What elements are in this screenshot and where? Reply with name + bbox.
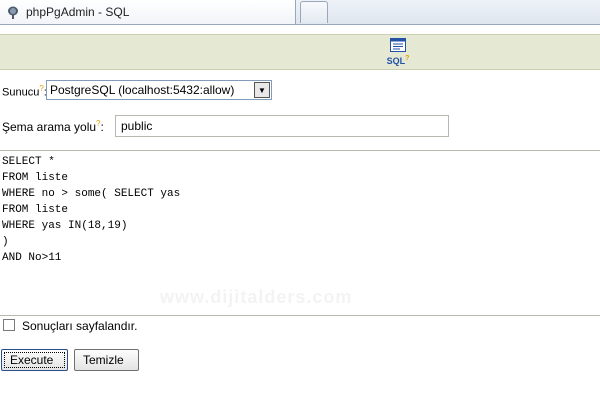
- execute-button[interactable]: Execute: [1, 349, 68, 371]
- sql-query-textarea[interactable]: SELECT * FROM liste WHERE no > some( SELEC…: [0, 150, 600, 316]
- sql-query-text: SELECT * FROM liste WHERE no > some( SELEC…: [0, 154, 600, 266]
- elephant-icon: [8, 6, 18, 19]
- sql-icon: [390, 38, 406, 52]
- top-toolbar: SQL?: [0, 34, 600, 70]
- sql-link-label: SQL?: [386, 55, 410, 66]
- server-select-value: PostgreSQL (localhost:5432:allow): [50, 83, 235, 97]
- browser-tab-active[interactable]: phpPgAdmin - SQL: [0, 0, 296, 24]
- watermark: www.dijitalders.com: [160, 287, 353, 307]
- schema-label: Şema arama yolu?:: [2, 119, 104, 134]
- sql-line: AND No>11: [2, 252, 62, 264]
- sql-line: WHERE yas IN(18,19): [2, 220, 128, 232]
- new-tab-button[interactable]: [300, 1, 328, 23]
- browser-tab-bar: phpPgAdmin - SQL: [0, 0, 600, 25]
- chevron-down-icon[interactable]: ▼: [254, 82, 270, 98]
- sql-line: WHERE no > some( SELECT yas: [2, 188, 181, 200]
- server-select[interactable]: PostgreSQL (localhost:5432:allow) ▼: [46, 80, 272, 100]
- schema-search-path-input[interactable]: public: [115, 115, 449, 137]
- server-label: Sunucu?:: [2, 84, 47, 99]
- help-mark: ?: [405, 55, 410, 62]
- sql-line: ): [2, 236, 9, 248]
- paginate-checkbox-label[interactable]: Sonuçları sayfalandır.: [22, 319, 137, 333]
- sql-line: FROM liste: [2, 204, 69, 216]
- sql-line: SELECT *: [2, 156, 55, 168]
- sql-link[interactable]: SQL?: [383, 38, 413, 68]
- clear-button[interactable]: Temizle: [74, 349, 139, 371]
- paginate-checkbox[interactable]: [3, 319, 15, 331]
- browser-tab-title: phpPgAdmin - SQL: [26, 5, 130, 19]
- sql-line: FROM liste: [2, 172, 69, 184]
